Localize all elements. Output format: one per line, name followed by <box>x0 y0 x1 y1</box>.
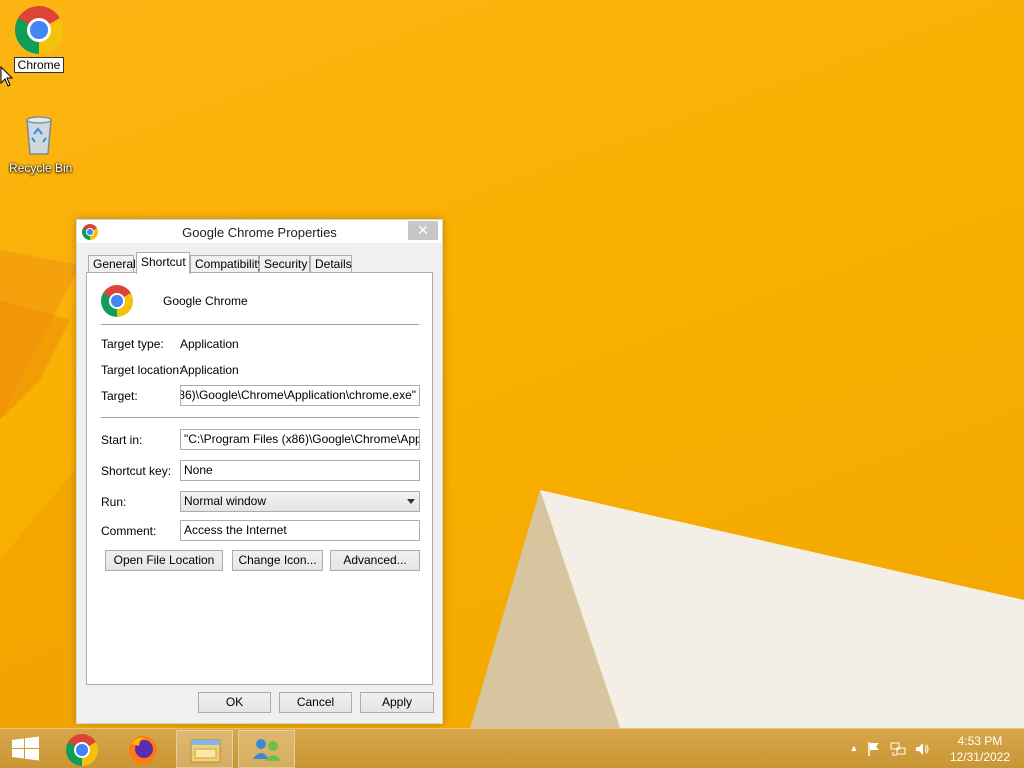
target-location-value: Application <box>180 363 239 377</box>
target-label: Target: <box>101 389 138 403</box>
app-name: Google Chrome <box>163 294 248 308</box>
ok-button[interactable]: OK <box>198 692 271 713</box>
desktop-icon-recycle-bin[interactable]: Recycle Bin <box>6 110 72 175</box>
tab-general[interactable]: General <box>88 255 136 273</box>
start-button[interactable] <box>0 730 57 768</box>
shortcut-panel: Google Chrome Target type: Application T… <box>86 272 433 685</box>
divider <box>101 324 419 325</box>
tab-security[interactable]: Security <box>259 255 310 273</box>
target-location-label: Target location: <box>101 363 183 377</box>
chevron-down-icon <box>407 499 415 504</box>
tab-shortcut[interactable]: Shortcut <box>136 252 190 274</box>
dialog-titlebar[interactable]: Google Chrome Properties ✕ <box>77 220 442 244</box>
divider <box>101 417 419 418</box>
tab-details[interactable]: Details <box>310 255 352 273</box>
network-users-icon <box>253 739 281 761</box>
taskbar-firefox[interactable] <box>115 730 172 768</box>
start-icon <box>12 736 39 761</box>
cancel-button[interactable]: Cancel <box>279 692 352 713</box>
clock-date: 12/31/2022 <box>949 750 1010 764</box>
comment-label: Comment: <box>101 524 157 538</box>
advanced-button[interactable]: Advanced... <box>330 550 420 571</box>
desktop-icon-label: Recycle Bin <box>9 161 73 175</box>
recycle-bin-icon <box>15 110 63 158</box>
file-explorer-icon <box>190 739 221 763</box>
firefox-icon <box>129 736 157 764</box>
taskbar-chrome[interactable] <box>54 730 111 768</box>
run-select-value: Normal window <box>184 494 267 508</box>
shortcut-key-input[interactable]: None <box>180 460 420 481</box>
run-label: Run: <box>101 495 127 509</box>
taskbar-network-users[interactable] <box>238 730 295 768</box>
clock-time: 4:53 PM <box>957 734 1003 748</box>
close-button[interactable]: ✕ <box>408 221 438 240</box>
taskbar: ▲ 4:53 PM 12/31/2022 <box>0 728 1024 768</box>
target-input[interactable]: s (x86)\Google\Chrome\Application\chrome… <box>180 385 420 406</box>
mouse-cursor-icon <box>0 66 14 87</box>
properties-dialog: Google Chrome Properties ✕ General Short… <box>76 219 443 724</box>
target-type-label: Target type: <box>101 337 164 351</box>
show-hidden-icons-button[interactable]: ▲ <box>846 743 862 759</box>
desktop-icon-chrome[interactable]: Chrome <box>6 6 72 73</box>
chrome-icon <box>66 734 98 766</box>
shortcut-key-label: Shortcut key: <box>101 464 172 478</box>
flag-icon[interactable] <box>866 741 882 757</box>
target-input-text: s (x86)\Google\Chrome\Application\chrome… <box>180 388 416 402</box>
volume-icon[interactable] <box>914 741 930 757</box>
dialog-title: Google Chrome Properties <box>182 225 337 240</box>
run-select[interactable]: Normal window <box>180 491 420 512</box>
tab-compatibility[interactable]: Compatibility <box>190 255 264 273</box>
taskbar-file-explorer[interactable] <box>176 730 233 768</box>
clock[interactable]: 4:53 PM 12/31/2022 <box>950 733 1010 765</box>
chrome-icon <box>101 285 133 317</box>
open-file-location-button[interactable]: Open File Location <box>105 550 223 571</box>
desktop-icon-label: Chrome <box>13 57 65 73</box>
network-icon[interactable] <box>890 741 906 757</box>
change-icon-button[interactable]: Change Icon... <box>232 550 323 571</box>
target-type-value: Application <box>180 337 239 351</box>
start-in-input[interactable]: "C:\Program Files (x86)\Google\Chrome\Ap… <box>180 429 420 450</box>
comment-input[interactable]: Access the Internet <box>180 520 420 541</box>
start-in-label: Start in: <box>101 433 143 447</box>
system-tray: ▲ 4:53 PM 12/31/2022 <box>824 729 1024 768</box>
chrome-icon <box>15 6 63 54</box>
apply-button[interactable]: Apply <box>360 692 434 713</box>
